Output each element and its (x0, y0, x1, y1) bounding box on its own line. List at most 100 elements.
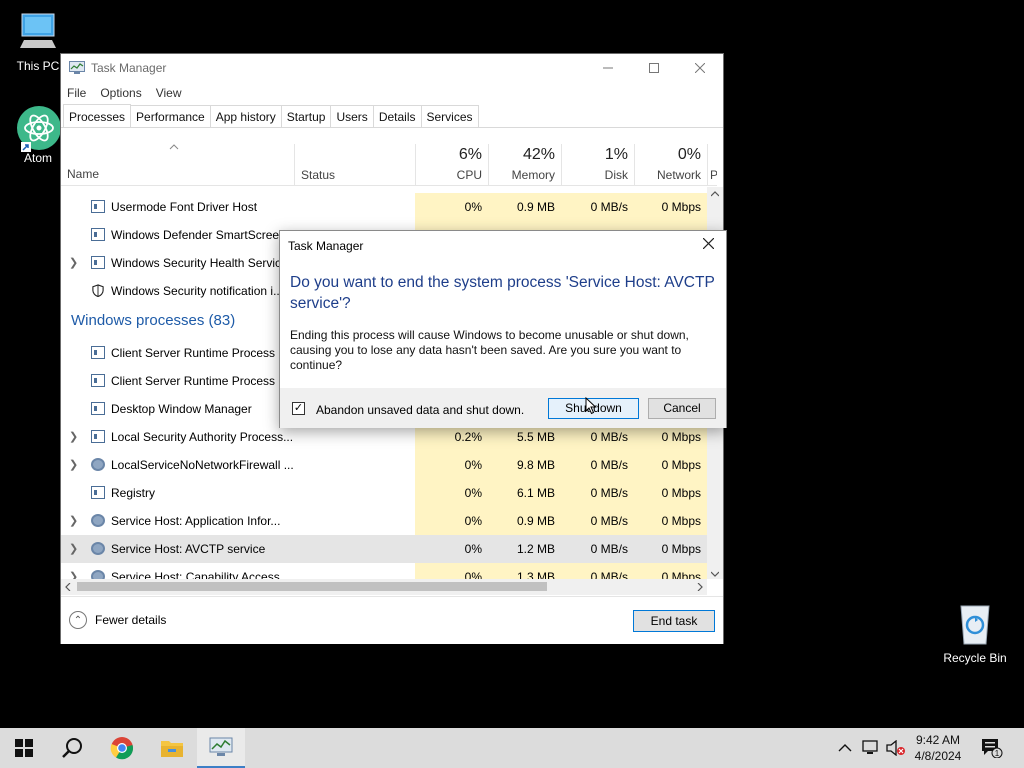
clock-time: 9:42 AM (915, 733, 961, 747)
folder-icon (161, 741, 183, 757)
desktop-icon-label: Recycle Bin (943, 651, 1007, 665)
network-cell: 0 Mbps (634, 193, 707, 221)
column-power-partial[interactable]: P (707, 144, 717, 186)
process-name: Client Server Runtime Process (111, 374, 276, 388)
cpu-total: 6% (458, 146, 482, 163)
footer: ⌃ Fewer details End task (61, 596, 723, 644)
menu-file[interactable]: File (67, 86, 86, 100)
file-explorer-taskbar-button[interactable] (148, 728, 196, 768)
table-row[interactable]: ❯ Service Host: Application Infor... 0% … (61, 507, 707, 535)
network-cell: 0 Mbps (634, 535, 707, 563)
chrome-taskbar-button[interactable] (98, 728, 146, 768)
expand-chevron-icon[interactable]: ❯ (69, 514, 78, 527)
table-row[interactable]: ❯ LocalServiceNoNetworkFirewall ... 0% 9… (61, 451, 707, 479)
table-row[interactable]: ❯ Service Host: Capability Access... 0% … (61, 563, 707, 579)
memory-cell: 1.2 MB (488, 535, 561, 563)
column-memory[interactable]: 42% Memory (488, 144, 561, 186)
scrollbar-thumb[interactable] (77, 582, 547, 591)
clock[interactable]: 9:42 AM 4/8/2024 (904, 732, 972, 764)
column-network[interactable]: 0% Network (634, 144, 707, 186)
scroll-up-icon[interactable] (711, 191, 719, 197)
chevron-up-icon[interactable] (838, 743, 852, 753)
dialog-title: Task Manager (288, 239, 364, 253)
group-header-windows-processes[interactable]: Windows processes (83) (71, 312, 235, 329)
network-total: 0% (677, 146, 701, 163)
tab-startup[interactable]: Startup (280, 105, 332, 127)
volume-muted-icon[interactable] (886, 740, 906, 756)
fewer-details-button[interactable]: ⌃ Fewer details (69, 611, 166, 629)
disk-cell: 0 MB/s (561, 479, 634, 507)
dialog-question: Do you want to end the system process 'S… (290, 274, 715, 312)
disk-cell: 0 MB/s (561, 563, 634, 579)
tab-details[interactable]: Details (372, 105, 422, 127)
notifications-button[interactable]: 1 (972, 728, 1012, 768)
menu-options[interactable]: Options (100, 86, 141, 100)
desktop-icon-recycle-bin[interactable]: Recycle Bin (943, 602, 1007, 665)
column-disk[interactable]: 1% Disk (561, 144, 634, 186)
menu-view[interactable]: View (156, 86, 182, 100)
task-manager-taskbar-button[interactable] (197, 728, 245, 768)
close-button[interactable] (677, 54, 723, 82)
minimize-button[interactable] (585, 54, 631, 82)
search-button[interactable] (48, 728, 96, 768)
app-window-icon (91, 430, 105, 443)
column-header-row: Name Status 6% CPU 42% Memory 1% Disk 0%… (61, 144, 717, 186)
expand-chevron-icon[interactable]: ❯ (69, 570, 78, 579)
process-name: Windows Security Health Service (111, 256, 288, 270)
network-icon[interactable] (862, 740, 880, 756)
gear-icon (91, 514, 105, 527)
memory-cell: 9.8 MB (488, 451, 561, 479)
process-name: Service Host: Application Infor... (111, 514, 281, 528)
table-row-selected[interactable]: ❯ Service Host: AVCTP service 0% 1.2 MB … (61, 535, 707, 563)
scroll-down-icon[interactable] (711, 571, 719, 581)
process-name: Registry (111, 486, 156, 500)
cancel-button[interactable]: Cancel (648, 398, 716, 419)
table-row[interactable]: Usermode Font Driver Host 0% 0.9 MB 0 MB… (61, 193, 707, 221)
disk-total: 1% (604, 146, 628, 163)
atom-icon (17, 106, 61, 152)
recycle-bin-icon (960, 605, 990, 645)
scroll-right-icon[interactable] (697, 583, 703, 591)
end-task-button[interactable]: End task (633, 610, 715, 632)
tab-users[interactable]: Users (330, 105, 374, 127)
checkbox-label[interactable]: Abandon unsaved data and shut down. (316, 403, 524, 417)
expand-chevron-icon[interactable]: ❯ (69, 430, 78, 443)
tab-performance[interactable]: Performance (130, 105, 211, 127)
app-window-icon (91, 200, 105, 213)
sort-ascending-icon (169, 144, 179, 150)
table-row[interactable]: Registry 0% 6.1 MB 0 MB/s 0 Mbps (61, 479, 707, 507)
disk-label: Disk (604, 168, 628, 182)
tab-processes[interactable]: Processes (63, 104, 132, 127)
cpu-cell: 0% (415, 479, 488, 507)
process-name: LocalServiceNoNetworkFirewall ... (111, 458, 294, 472)
abandon-data-checkbox[interactable]: ✓ (292, 402, 305, 415)
start-button[interactable] (0, 728, 48, 768)
app-window-icon (91, 402, 105, 415)
dialog-close-button[interactable] (696, 234, 720, 256)
title-bar[interactable]: Task Manager (61, 54, 723, 82)
tab-app-history[interactable]: App history (209, 105, 282, 127)
memory-total: 42% (522, 146, 555, 163)
cpu-label: CPU (456, 168, 482, 182)
maximize-button[interactable] (631, 54, 677, 82)
cpu-cell: 0% (415, 451, 488, 479)
dialog-body: Ending this process will cause Windows t… (290, 328, 689, 372)
process-name: Usermode Font Driver Host (111, 200, 258, 214)
app-window-icon (91, 228, 105, 241)
app-window-icon (91, 346, 105, 359)
expand-chevron-icon[interactable]: ❯ (69, 256, 78, 269)
scroll-left-icon[interactable] (65, 583, 71, 591)
window-title: Task Manager (91, 61, 167, 75)
expand-chevron-icon[interactable]: ❯ (69, 542, 78, 555)
memory-cell: 0.9 MB (488, 507, 561, 535)
horizontal-scrollbar[interactable] (61, 579, 707, 595)
expand-chevron-icon[interactable]: ❯ (69, 458, 78, 471)
end-process-dialog: Task Manager Do you want to end the syst… (279, 230, 727, 428)
shield-icon (92, 284, 104, 297)
column-status-cell[interactable]: Status (294, 144, 415, 186)
column-cpu[interactable]: 6% CPU (415, 144, 488, 186)
tab-services[interactable]: Services (420, 105, 479, 127)
column-name[interactable]: Name (67, 167, 99, 181)
process-name: Service Host: AVCTP service (111, 542, 266, 556)
gear-icon (91, 542, 105, 555)
